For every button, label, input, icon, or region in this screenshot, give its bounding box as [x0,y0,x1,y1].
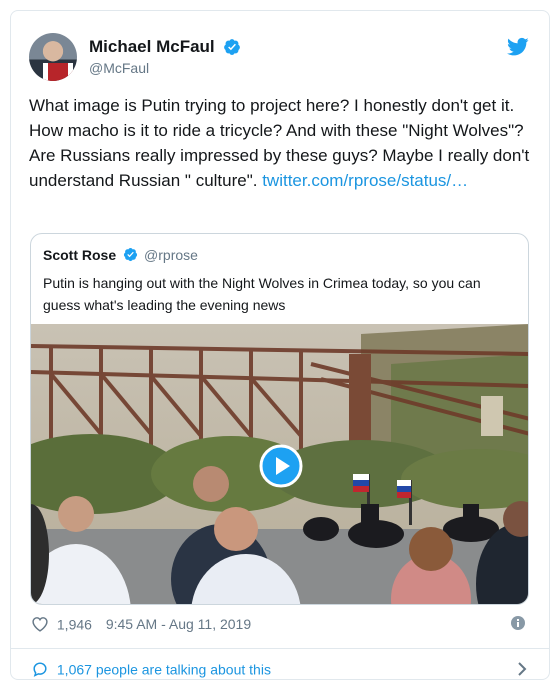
footer-divider [11,648,549,649]
author-handle[interactable]: @McFaul [89,60,241,76]
like-count[interactable]: 1,946 [57,616,92,632]
chevron-right-icon[interactable] [517,661,527,677]
info-icon[interactable] [511,616,525,630]
video-thumbnail[interactable] [31,324,528,604]
tweet-meta: 1,946 9:45 AM - Aug 11, 2019 [31,615,251,632]
verified-badge-icon [224,39,240,55]
author-avatar[interactable] [29,33,77,81]
play-button-icon[interactable] [259,444,303,488]
quoted-author-handle[interactable]: @rprose [144,247,198,263]
author-display-name[interactable]: Michael McFaul [89,37,215,57]
twitter-bird-icon[interactable] [507,37,529,57]
quoted-author-name[interactable]: Scott Rose [43,247,116,263]
quoted-tweet-text: Putin is hanging out with the Night Wolv… [43,275,481,313]
heart-icon[interactable] [31,616,49,633]
author-info[interactable]: Michael McFaul @McFaul [89,37,241,76]
tweet-timestamp[interactable]: 9:45 AM - Aug 11, 2019 [106,616,251,632]
tweet-header: Michael McFaul @McFaul [29,31,531,81]
conversation-link[interactable]: 1,067 people are talking about this [31,660,271,677]
quoted-tweet-header: Scott Rose @rprose [43,246,198,264]
quoted-tweet[interactable]: Scott Rose @rprose Putin is hanging out … [30,233,529,605]
speech-bubble-icon [33,662,47,678]
verified-badge-icon [123,248,137,262]
embedded-tweet-card[interactable]: Michael McFaul @McFaul What image is Put… [10,10,550,680]
tweet-body: What image is Putin trying to project he… [29,93,534,193]
tweet-link[interactable]: twitter.com/rprose/status/… [262,171,468,190]
conversation-count-text[interactable]: 1,067 people are talking about this [57,661,271,677]
